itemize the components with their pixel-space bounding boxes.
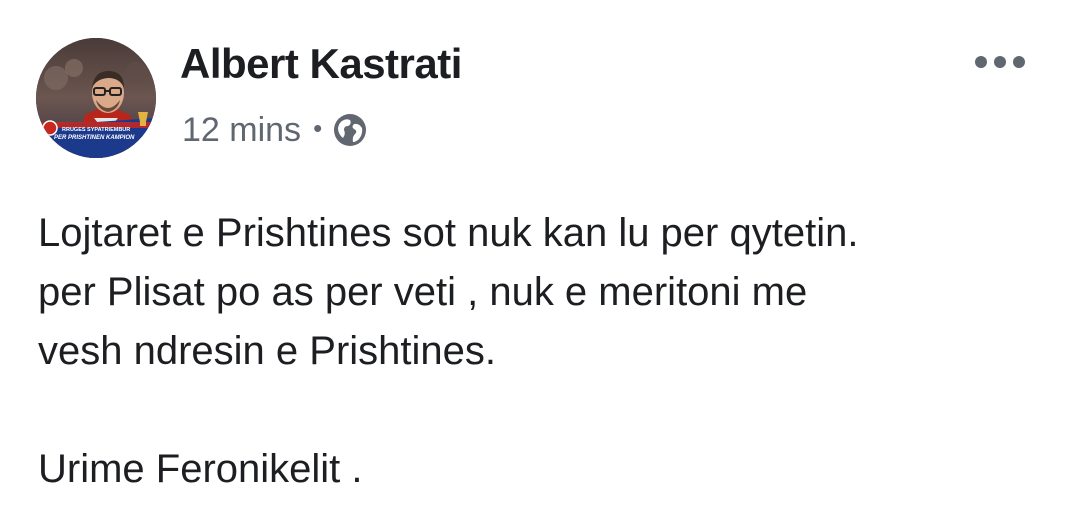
avatar-caption-bottom: PER PRISHTINEN KAMPION: [54, 135, 135, 141]
post-text-line: Lojtaret e Prishtines sot nuk kan lu per…: [38, 211, 859, 255]
post-closing-line: Urime Feronikelit .: [38, 447, 363, 491]
meta-separator: •: [313, 112, 323, 143]
more-options-icon: [975, 56, 1025, 68]
avatar-caption-top: RRUGES SYPATRIEMBUR: [62, 127, 130, 133]
timestamp[interactable]: 12 mins: [182, 111, 301, 150]
post-meta: 12 mins •: [182, 108, 368, 152]
facebook-post: RRUGES SYPATRIEMBUR PER PRISHTINEN KAMPI…: [0, 0, 1080, 531]
post-text-line: vesh ndresin e Prishtines.: [38, 329, 497, 373]
post-text: Lojtaret e Prishtines sot nuk kan lu per…: [38, 204, 1048, 499]
post-text-line: per Plisat po as per veti , nuk e merito…: [38, 270, 808, 314]
author-name[interactable]: Albert Kastrati: [180, 40, 462, 88]
avatar[interactable]: RRUGES SYPATRIEMBUR PER PRISHTINEN KAMPI…: [36, 38, 156, 158]
more-options-button[interactable]: [968, 44, 1032, 80]
globe-icon[interactable]: [332, 112, 368, 148]
avatar-image: RRUGES SYPATRIEMBUR PER PRISHTINEN KAMPI…: [36, 38, 156, 158]
